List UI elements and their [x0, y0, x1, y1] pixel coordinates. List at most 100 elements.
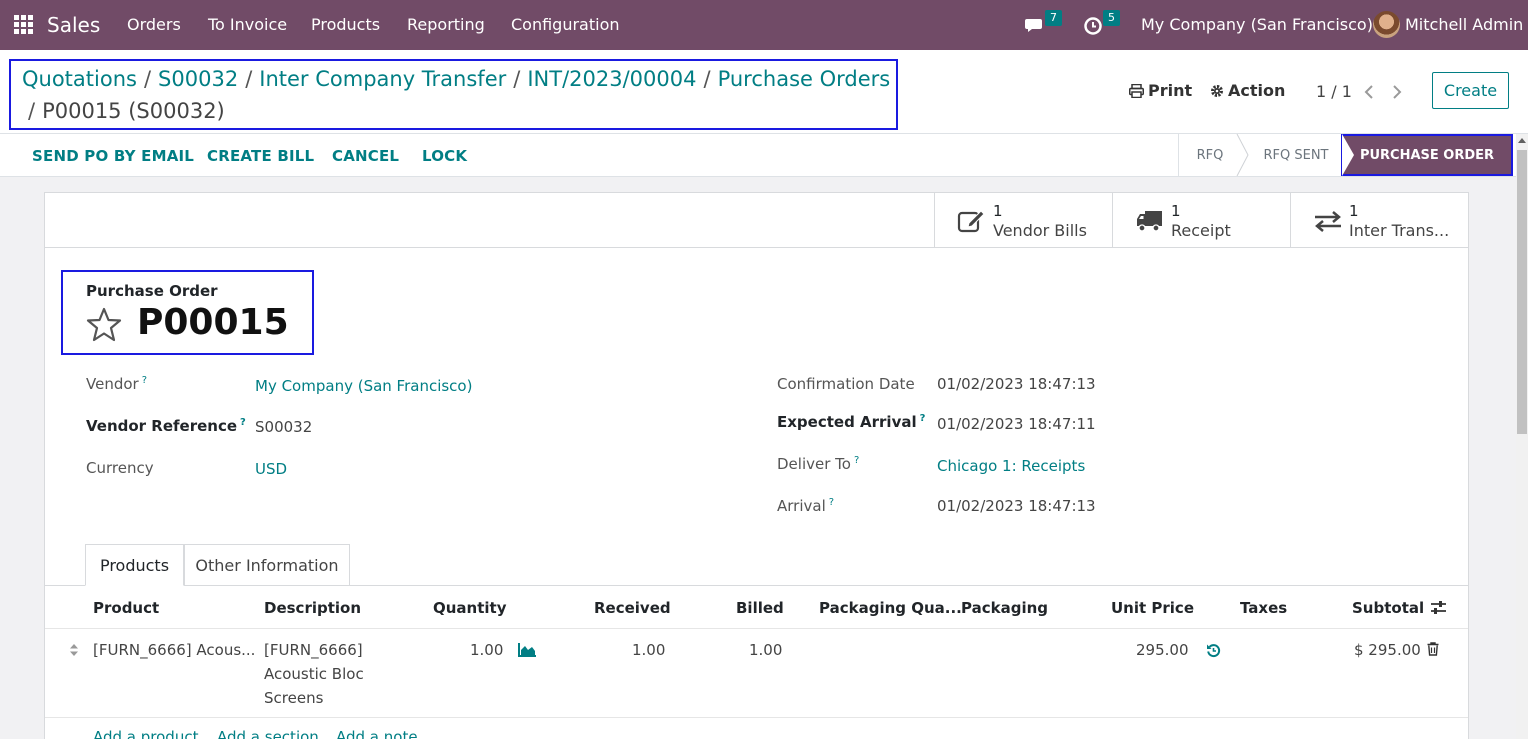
- app-name[interactable]: Sales: [47, 13, 100, 37]
- action-button[interactable]: Action: [1228, 81, 1285, 100]
- column-product[interactable]: Product: [93, 599, 159, 617]
- line-description-2[interactable]: Acoustic Bloc: [264, 665, 364, 683]
- messages-icon[interactable]: [1024, 14, 1046, 36]
- trash-icon[interactable]: [1427, 642, 1439, 656]
- menu-to-invoice[interactable]: To Invoice: [208, 15, 287, 34]
- smart-button-box: 1 Vendor Bills 1 Receipt 1 Inter Trans..…: [45, 193, 1468, 248]
- column-billed[interactable]: Billed: [736, 599, 784, 617]
- confirmation-date-field[interactable]: 01/02/2023 18:47:13: [937, 375, 1096, 393]
- forecast-chart-icon[interactable]: [518, 642, 537, 657]
- stage-purchase-order[interactable]: PURCHASE ORDER: [1341, 134, 1513, 176]
- user-menu[interactable]: Mitchell Admin: [1405, 15, 1523, 34]
- vendor-label: Vendor?: [86, 375, 148, 393]
- column-subtotal[interactable]: Subtotal: [1352, 599, 1424, 617]
- breadcrumb-current: P00015 (S00032): [42, 99, 225, 123]
- vendor-reference-label: Vendor Reference?: [86, 417, 246, 435]
- control-panel: Quotations / S00032/Inter Company Transfer…: [0, 50, 1528, 134]
- apps-grid-icon[interactable]: [14, 15, 33, 34]
- deliver-to-field[interactable]: Chicago 1: Receipts: [937, 457, 1085, 475]
- avatar[interactable]: [1373, 11, 1400, 38]
- line-subtotal: $ 295.00: [1354, 641, 1421, 659]
- truck-icon: [1137, 211, 1162, 232]
- create-button[interactable]: Create: [1432, 72, 1509, 109]
- activities-clock-icon[interactable]: [1083, 14, 1105, 36]
- help-icon[interactable]: ?: [854, 455, 859, 466]
- expected-arrival-label: Expected Arrival?: [777, 413, 926, 431]
- chevron-left-icon[interactable]: [1363, 84, 1375, 100]
- line-description-3[interactable]: Screens: [264, 689, 323, 707]
- pager-value[interactable]: 1 / 1: [1316, 82, 1352, 101]
- messages-badge: 7: [1045, 10, 1062, 26]
- tab-products[interactable]: Products: [85, 544, 184, 586]
- row-separator: [45, 717, 1468, 718]
- help-icon[interactable]: ?: [829, 497, 834, 508]
- line-quantity[interactable]: 1.00: [470, 641, 503, 659]
- chevron-right-icon[interactable]: [1391, 84, 1403, 100]
- add-product-link[interactable]: Add a product: [93, 728, 198, 739]
- help-icon[interactable]: ?: [240, 417, 246, 428]
- optional-columns-sliders-icon[interactable]: [1430, 600, 1447, 616]
- create-bill-button[interactable]: CREATE BILL: [207, 147, 314, 165]
- scrollbar-thumb[interactable]: [1517, 150, 1527, 434]
- vendor-reference-field[interactable]: S00032: [255, 418, 312, 436]
- header-separator: [45, 628, 1468, 629]
- line-billed[interactable]: 1.00: [749, 641, 782, 659]
- stage-arrow-separator: [1342, 134, 1354, 176]
- breadcrumb-transfer-ref[interactable]: INT/2023/00004: [527, 67, 696, 91]
- activities-badge: 5: [1103, 10, 1120, 26]
- company-switcher[interactable]: My Company (San Francisco): [1141, 15, 1373, 34]
- line-unit-price[interactable]: 295.00: [1136, 641, 1189, 659]
- stage-arrow-separator: [1236, 134, 1249, 176]
- add-section-link[interactable]: Add a section: [217, 728, 319, 739]
- column-packaging-quantity[interactable]: Packaging Qua...: [819, 599, 962, 617]
- column-quantity[interactable]: Quantity: [433, 599, 507, 617]
- currency-field[interactable]: USD: [255, 460, 287, 478]
- expected-arrival-field[interactable]: 01/02/2023 18:47:11: [937, 415, 1096, 433]
- drag-handle-icon[interactable]: [69, 643, 79, 657]
- line-description-1[interactable]: [FURN_6666]: [264, 641, 363, 659]
- inter-transfer-smart-button[interactable]: 1 Inter Trans...: [1290, 193, 1468, 247]
- stage-rfq[interactable]: RFQ: [1179, 134, 1241, 176]
- inter-transfer-label: Inter Trans...: [1349, 221, 1450, 240]
- stage-purchase-order-label: PURCHASE ORDER: [1359, 147, 1495, 163]
- print-icon[interactable]: [1129, 84, 1144, 98]
- cancel-button[interactable]: CANCEL: [332, 147, 399, 165]
- top-navbar: Sales Orders To Invoice Products Reporti…: [0, 0, 1528, 50]
- menu-products[interactable]: Products: [311, 15, 380, 34]
- inter-transfer-count: 1: [1349, 202, 1359, 220]
- column-packaging[interactable]: Packaging: [961, 599, 1048, 617]
- scroll-up-arrow-icon[interactable]: [1518, 138, 1526, 143]
- vendor-field[interactable]: My Company (San Francisco): [255, 377, 472, 395]
- print-button[interactable]: Print: [1148, 81, 1192, 100]
- gear-icon[interactable]: [1210, 84, 1224, 98]
- history-icon[interactable]: [1206, 643, 1221, 658]
- help-icon[interactable]: ?: [920, 413, 926, 424]
- column-unit-price[interactable]: Unit Price: [1111, 599, 1194, 617]
- arrival-field[interactable]: 01/02/2023 18:47:13: [937, 497, 1096, 515]
- receipt-smart-button[interactable]: 1 Receipt: [1112, 193, 1290, 247]
- help-icon[interactable]: ?: [142, 375, 147, 386]
- breadcrumb-quotations[interactable]: Quotations: [22, 67, 137, 91]
- send-po-by-email-button[interactable]: SEND PO BY EMAIL: [32, 147, 194, 165]
- column-description[interactable]: Description: [264, 599, 361, 617]
- breadcrumb-sale-order[interactable]: S00032: [158, 67, 238, 91]
- deliver-to-label: Deliver To?: [777, 455, 860, 473]
- vendor-bills-smart-button[interactable]: 1 Vendor Bills: [934, 193, 1112, 247]
- tab-other-information[interactable]: Other Information: [184, 544, 350, 586]
- breadcrumb-purchase-orders[interactable]: Purchase Orders: [718, 67, 891, 91]
- line-received[interactable]: 1.00: [632, 641, 665, 659]
- line-product[interactable]: [FURN_6666] Acous...: [93, 641, 255, 659]
- arrival-label: Arrival?: [777, 497, 835, 515]
- menu-orders[interactable]: Orders: [127, 15, 181, 34]
- breadcrumb-separator: /: [703, 67, 711, 91]
- breadcrumb-inter-company-transfer[interactable]: Inter Company Transfer: [259, 67, 506, 91]
- column-taxes[interactable]: Taxes: [1240, 599, 1287, 617]
- order-name: P00015: [137, 302, 289, 343]
- menu-reporting[interactable]: Reporting: [407, 15, 485, 34]
- stage-rfq-sent[interactable]: RFQ SENT: [1250, 134, 1342, 176]
- add-note-link[interactable]: Add a note: [336, 728, 418, 739]
- menu-configuration[interactable]: Configuration: [511, 15, 620, 34]
- lock-button[interactable]: LOCK: [422, 147, 467, 165]
- column-received[interactable]: Received: [594, 599, 671, 617]
- star-icon[interactable]: [85, 307, 123, 343]
